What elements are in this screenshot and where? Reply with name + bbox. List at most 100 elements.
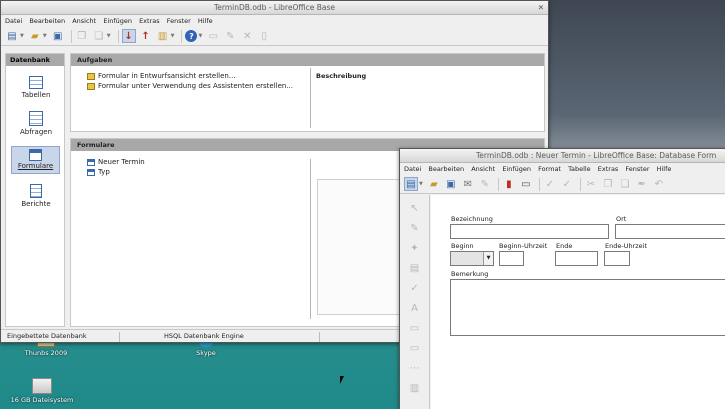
desktop-icon-filesystem[interactable]: 16 GB Dateisystem [6,378,78,404]
label-field-icon[interactable]: A [408,301,422,315]
forms-divider [310,159,311,319]
form-design-icon[interactable]: ▤ [408,261,422,275]
menu-bearbeiten[interactable]: Bearbeiten [29,17,65,25]
window-title: TerminDB.odb - LibreOffice Base [214,3,335,12]
form-icon [29,149,42,161]
sidebar-item-label: Abfragen [19,128,53,136]
ende-label: Ende [556,242,573,250]
task-label: Formular unter Verwendung des Assistente… [98,82,294,90]
status-db-type: Eingebettete Datenbank [7,332,87,340]
menu-ansicht[interactable]: Ansicht [471,165,495,173]
undo-icon[interactable]: ↶ [652,177,666,191]
ende-uhrzeit-field[interactable] [604,251,630,266]
menu-hilfe[interactable]: Hilfe [657,165,672,173]
save-icon[interactable]: ▣ [444,177,458,191]
sidebar-item-formulare[interactable]: Formulare [11,146,60,174]
menu-datei[interactable]: Datei [5,17,22,25]
form-toolbar: ▤ ▼ ▰ ▣ ✉ ✎ ▮ ▭ ✓ ✓ ✂ ❐ ❏ ✒ ↶ [400,175,725,194]
base-window-titlebar[interactable]: TerminDB.odb - LibreOffice Base ✕ [1,1,548,15]
form-window-titlebar[interactable]: TerminDB.odb : Neuer Termin - LibreOffic… [400,149,725,163]
sidebar-item-berichte[interactable]: Berichte [12,184,60,208]
export-pdf-icon[interactable]: ▮ [502,177,516,191]
ort-field[interactable] [615,224,725,239]
bemerkung-field[interactable] [450,279,725,336]
new-document-icon[interactable]: ▤ [5,29,19,43]
chevron-down-icon[interactable]: ▼ [483,252,493,265]
form-item-typ[interactable]: Typ [87,168,110,176]
autocheck-icon[interactable]: ✓ [560,177,574,191]
menu-ansicht[interactable]: Ansicht [72,17,96,25]
edit-file-icon[interactable]: ✎ [478,177,492,191]
tasks-header: Aufgaben [71,54,544,66]
menu-format[interactable]: Format [538,165,561,173]
sidebar-item-tabellen[interactable]: Tabellen [12,76,60,99]
task-label: Formular in Entwurfsansicht erstellen... [98,72,236,80]
sidebar-item-abfragen[interactable]: Abfragen [12,111,60,136]
edit-object-icon[interactable]: ✎ [223,29,237,43]
tasks-divider [310,68,311,128]
database-sidebar: Datenbank Tabellen Abfragen Formulare Be… [5,53,65,327]
cut-icon[interactable]: ✂ [584,177,598,191]
list-box-icon[interactable]: ▭ [408,341,422,355]
bezeichnung-label: Bezeichnung [451,215,493,223]
sort-descending-icon[interactable]: ↑ [139,29,153,43]
task-create-wizard[interactable]: Formular unter Verwendung des Assistente… [87,82,293,90]
open-folder-icon[interactable]: ▰ [427,177,441,191]
query-icon [29,111,43,126]
form-window[interactable]: TerminDB.odb : Neuer Termin - LibreOffic… [399,148,725,409]
open-object-icon[interactable]: ▭ [206,29,220,43]
clone-format-icon[interactable]: ✒ [635,177,649,191]
ende-field[interactable] [555,251,598,266]
form-canvas: Bezeichnung Ort Beginn ▼ Beginn-Uhrzeit … [431,195,725,409]
more-controls-icon[interactable]: ⋯ [408,361,422,375]
close-window-icon[interactable]: ✕ [538,1,544,14]
open-folder-icon[interactable]: ▰ [28,29,42,43]
design-mode-icon[interactable]: ✎ [408,221,422,235]
print-icon[interactable]: ▭ [519,177,533,191]
sort-ascending-icon[interactable]: ↓ [121,29,136,43]
control-wizard-icon[interactable]: ✦ [408,241,422,255]
menu-einfuegen[interactable]: Einfügen [502,165,531,173]
menu-tabelle[interactable]: Tabelle [568,165,591,173]
menu-fenster[interactable]: Fenster [625,165,649,173]
delete-object-icon[interactable]: ✕ [240,29,254,43]
task-create-design[interactable]: Formular in Entwurfsansicht erstellen... [87,72,236,80]
status-engine: HSQL Datenbank Engine [164,332,244,340]
form-controls-toolbar: ↖ ✎ ✦ ▤ ✓ A ▭ ▭ ⋯ ▥ [400,195,430,409]
menu-fenster[interactable]: Fenster [167,17,191,25]
base-toolbar: ▤ ▼ ▰ ▼ ▣ ❐ ❏ ▼ ↓ ↑ ▥ ▼ ? ▼ ▭ ✎ ✕ ▯ [1,27,548,46]
rename-object-icon[interactable]: ▯ [257,29,271,43]
bezeichnung-field[interactable] [450,224,609,239]
paste-icon[interactable]: ❏ [92,29,106,43]
sidebar-item-label: Tabellen [21,91,51,99]
menu-extras[interactable]: Extras [598,165,619,173]
text-box-icon[interactable]: ▭ [408,321,422,335]
menu-extras[interactable]: Extras [139,17,160,25]
check-box-icon[interactable]: ✓ [408,281,422,295]
form-dropdown-icon[interactable]: ▥ [156,29,170,43]
beginn-uhrzeit-label: Beginn-Uhrzeit [499,242,548,250]
email-icon[interactable]: ✉ [461,177,475,191]
menu-bearbeiten[interactable]: Bearbeiten [428,165,464,173]
navigator-icon[interactable]: ▥ [408,381,422,395]
menu-einfuegen[interactable]: Einfügen [103,17,132,25]
beginn-date-field[interactable]: ▼ [450,251,494,266]
menu-hilfe[interactable]: Hilfe [198,17,213,25]
menu-datei[interactable]: Datei [404,165,421,173]
copy-icon[interactable]: ❐ [75,29,89,43]
paste-icon[interactable]: ❏ [618,177,632,191]
save-icon[interactable]: ▣ [51,29,65,43]
form-item-label: Typ [98,168,110,176]
desktop-icon-label: Skype [196,349,216,357]
form-item-neuer-termin[interactable]: Neuer Termin [87,158,145,166]
tasks-panel: Aufgaben Formular in Entwurfsansicht ers… [70,53,545,132]
new-document-icon[interactable]: ▤ [404,177,418,191]
spellcheck-icon[interactable]: ✓ [543,177,557,191]
ende-uhrzeit-label: Ende-Uhrzeit [605,242,648,250]
help-icon[interactable]: ? [185,30,198,42]
status-divider [319,332,320,342]
status-divider [119,332,120,342]
beginn-uhrzeit-field[interactable] [499,251,524,266]
select-icon[interactable]: ↖ [408,201,422,215]
copy-icon[interactable]: ❐ [601,177,615,191]
